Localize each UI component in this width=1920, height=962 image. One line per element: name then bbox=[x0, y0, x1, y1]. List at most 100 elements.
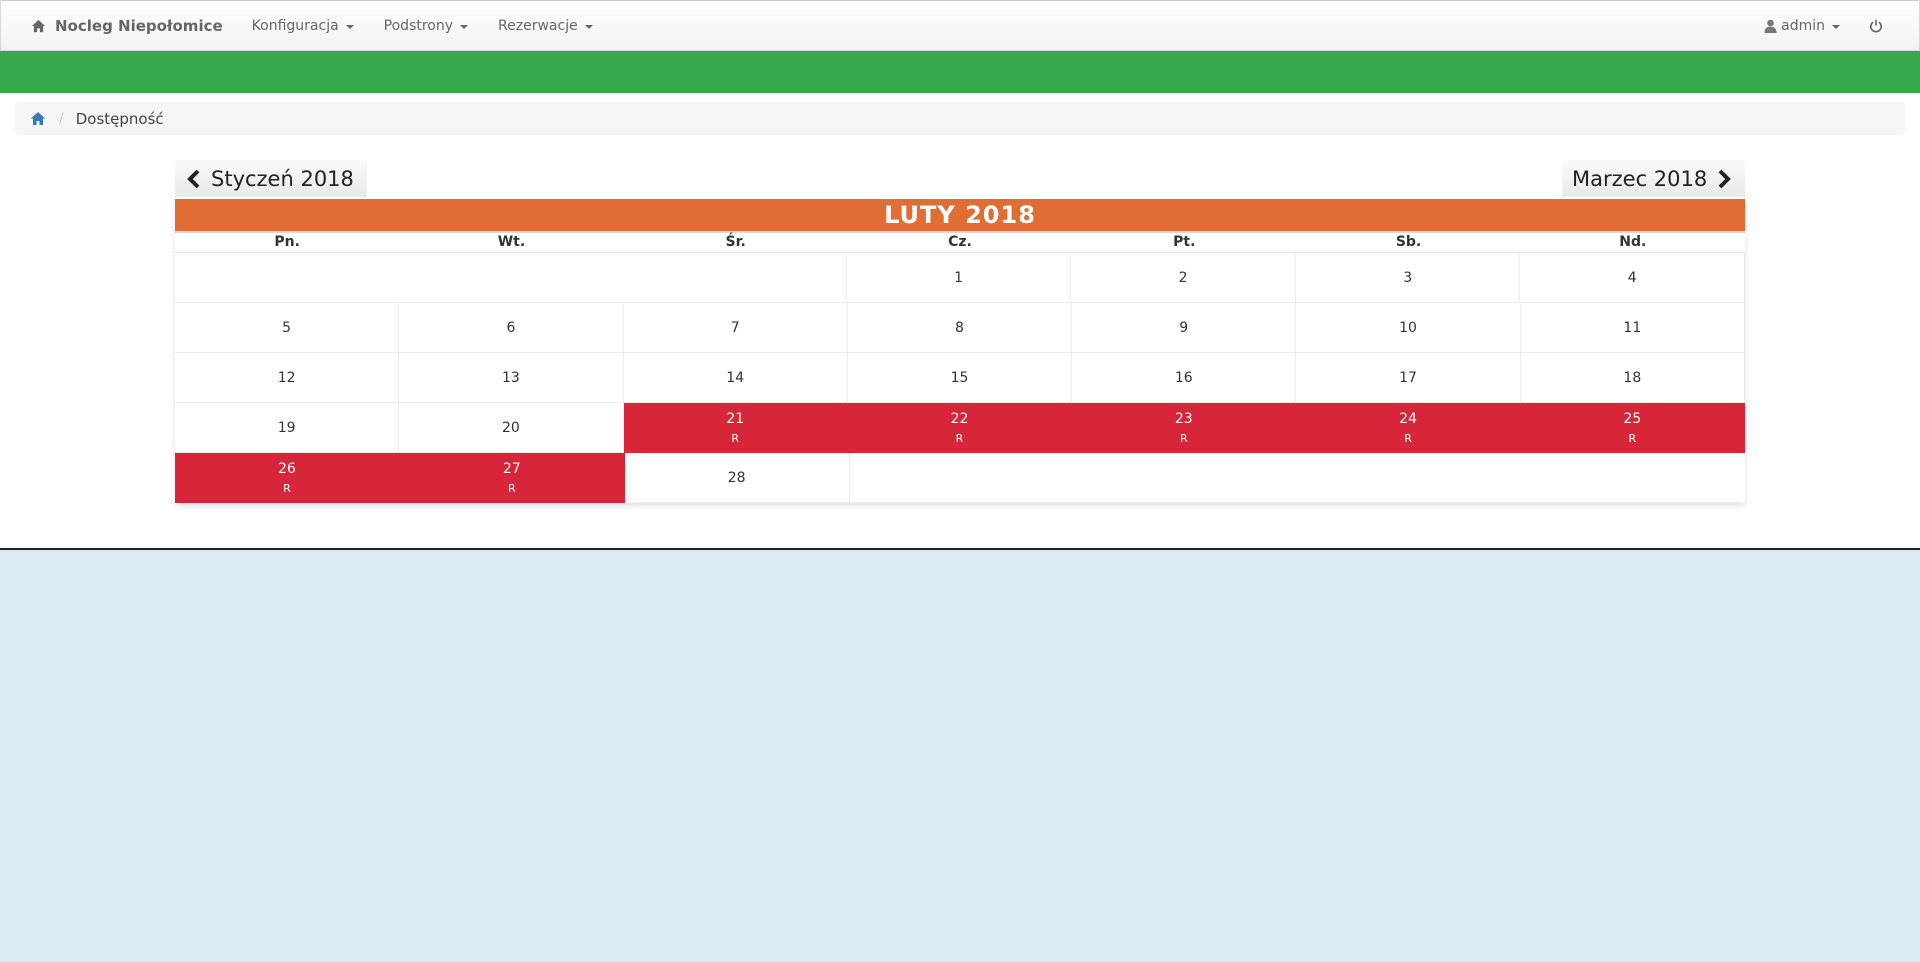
day-cell[interactable]: 18 bbox=[1520, 353, 1745, 403]
breadcrumb-separator: / bbox=[59, 110, 64, 127]
day-cell[interactable]: 28 bbox=[624, 453, 850, 503]
empty-day-cell bbox=[175, 253, 399, 303]
weekday-label: Cz. bbox=[948, 234, 972, 250]
reservation-mark: R bbox=[1404, 431, 1412, 445]
day-number: 11 bbox=[1623, 319, 1642, 336]
next-month-button[interactable]: Marzec 2018 bbox=[1562, 160, 1745, 197]
home-icon[interactable] bbox=[30, 111, 46, 126]
day-cell[interactable]: 6 bbox=[399, 303, 624, 353]
logout-button[interactable] bbox=[1855, 1, 1919, 50]
empty-day-cell bbox=[1297, 453, 1522, 503]
menu-rezerwacje[interactable]: Rezerwacje bbox=[483, 1, 608, 50]
day-number: 10 bbox=[1399, 319, 1417, 336]
day-cell[interactable]: 9 bbox=[1072, 303, 1297, 353]
day-cell[interactable]: 16 bbox=[1072, 353, 1297, 403]
day-number: 8 bbox=[955, 319, 964, 336]
empty-day-cell bbox=[1073, 453, 1298, 503]
day-number: 16 bbox=[1174, 369, 1193, 386]
day-number: 20 bbox=[502, 419, 520, 436]
day-cell[interactable]: 19 bbox=[175, 403, 400, 453]
day-cell[interactable]: 8 bbox=[847, 303, 1073, 353]
day-number: 18 bbox=[1623, 369, 1642, 386]
day-cell[interactable]: 20 bbox=[399, 403, 624, 453]
day-cell[interactable]: 3 bbox=[1295, 253, 1521, 303]
day-number: 12 bbox=[277, 369, 296, 386]
weekday-label: Nd. bbox=[1619, 234, 1647, 250]
caret-down-icon bbox=[1832, 24, 1840, 29]
reserved-day-cell[interactable]: 26 R bbox=[175, 453, 400, 503]
day-cell[interactable]: 5 bbox=[175, 303, 400, 353]
menu-konfiguracja[interactable]: Konfiguracja bbox=[237, 1, 369, 50]
chevron-right-icon bbox=[1718, 169, 1732, 188]
reservation-mark: R bbox=[507, 481, 516, 495]
calendar-week: 19 20 21 R 22 R 23 R 24 R 25 R bbox=[175, 403, 1745, 453]
weekday-label: Wt. bbox=[497, 234, 526, 250]
prev-month-button[interactable]: Styczeń 2018 bbox=[175, 160, 367, 197]
day-number: 3 bbox=[1403, 269, 1413, 286]
day-number: 15 bbox=[950, 369, 969, 386]
day-number: 2 bbox=[1178, 269, 1188, 286]
day-cell[interactable]: 10 bbox=[1296, 303, 1521, 353]
day-number: 9 bbox=[1179, 319, 1189, 336]
power-icon bbox=[1870, 19, 1882, 32]
top-navbar: Nocleg Niepołomice Konfiguracja Podstron… bbox=[0, 0, 1920, 51]
day-number: 24 bbox=[1399, 410, 1417, 427]
day-cell[interactable]: 14 bbox=[623, 353, 848, 403]
day-cell[interactable]: 17 bbox=[1296, 353, 1521, 403]
menu-podstrony-label: Podstrony bbox=[383, 17, 454, 34]
day-cell[interactable]: 2 bbox=[1071, 253, 1296, 303]
page-footer-area bbox=[0, 550, 1920, 962]
day-number: 6 bbox=[506, 319, 516, 336]
day-number: 22 bbox=[950, 410, 969, 427]
brand-link[interactable]: Nocleg Niepołomice bbox=[31, 17, 223, 35]
reservation-mark: R bbox=[955, 431, 964, 445]
empty-day-cell bbox=[849, 453, 1074, 503]
reserved-day-cell[interactable]: 22 R bbox=[847, 403, 1073, 453]
breadcrumb: / Dostępność bbox=[15, 102, 1905, 135]
reserved-day-cell[interactable]: 23 R bbox=[1072, 403, 1297, 453]
calendar-week: 5 6 7 8 9 10 11 bbox=[175, 303, 1745, 353]
day-number: 1 bbox=[954, 269, 963, 286]
day-cell[interactable]: 13 bbox=[399, 353, 624, 403]
day-number: 7 bbox=[730, 319, 740, 336]
reservation-mark: R bbox=[731, 431, 740, 445]
menu-rezerwacje-label: Rezerwacje bbox=[498, 17, 578, 34]
caret-down-icon bbox=[584, 24, 593, 29]
availability-calendar: LUTY 2018 Pn. Wt. Śr. Cz. Pt. Sb. Nd. 1 … bbox=[175, 199, 1746, 503]
reserved-day-cell[interactable]: 24 R bbox=[1296, 403, 1521, 453]
day-cell[interactable]: 7 bbox=[623, 303, 848, 353]
day-number: 21 bbox=[726, 410, 745, 427]
day-number: 28 bbox=[727, 469, 746, 486]
chevron-left-icon bbox=[187, 169, 200, 188]
day-cell[interactable]: 1 bbox=[846, 253, 1072, 303]
weekday-label: Pn. bbox=[274, 234, 300, 250]
reserved-day-cell[interactable]: 21 R bbox=[623, 403, 848, 453]
reserved-day-cell[interactable]: 25 R bbox=[1520, 403, 1745, 453]
user-name: admin bbox=[1781, 17, 1825, 34]
calendar-week: 12 13 14 15 16 17 18 bbox=[175, 353, 1745, 403]
prev-month-label: Styczeń 2018 bbox=[211, 166, 354, 191]
day-cell[interactable]: 12 bbox=[175, 353, 400, 403]
day-number: 17 bbox=[1399, 369, 1417, 386]
day-number: 4 bbox=[1627, 269, 1637, 286]
brand-label: Nocleg Niepołomice bbox=[55, 16, 223, 35]
menu-podstrony[interactable]: Podstrony bbox=[369, 1, 483, 50]
day-cell[interactable]: 15 bbox=[847, 353, 1073, 403]
caret-down-icon bbox=[460, 24, 469, 29]
calendar-week: 26 R 27 R 28 bbox=[175, 453, 1746, 503]
day-number: 23 bbox=[1174, 410, 1193, 427]
user-menu[interactable]: admin bbox=[1749, 1, 1855, 50]
calendar-week: 1 2 3 4 bbox=[175, 253, 1746, 303]
reserved-day-cell[interactable]: 27 R bbox=[399, 453, 625, 503]
next-month-label: Marzec 2018 bbox=[1572, 166, 1708, 191]
breadcrumb-current: Dostępność bbox=[75, 109, 164, 128]
day-number: 19 bbox=[277, 419, 296, 436]
day-number: 25 bbox=[1623, 410, 1642, 427]
day-number: 13 bbox=[502, 369, 520, 386]
green-header-band bbox=[0, 51, 1920, 93]
caret-down-icon bbox=[345, 24, 354, 29]
day-number: 27 bbox=[502, 460, 521, 477]
day-cell[interactable]: 11 bbox=[1520, 303, 1745, 353]
empty-day-cell bbox=[398, 253, 623, 303]
day-cell[interactable]: 4 bbox=[1520, 253, 1746, 303]
